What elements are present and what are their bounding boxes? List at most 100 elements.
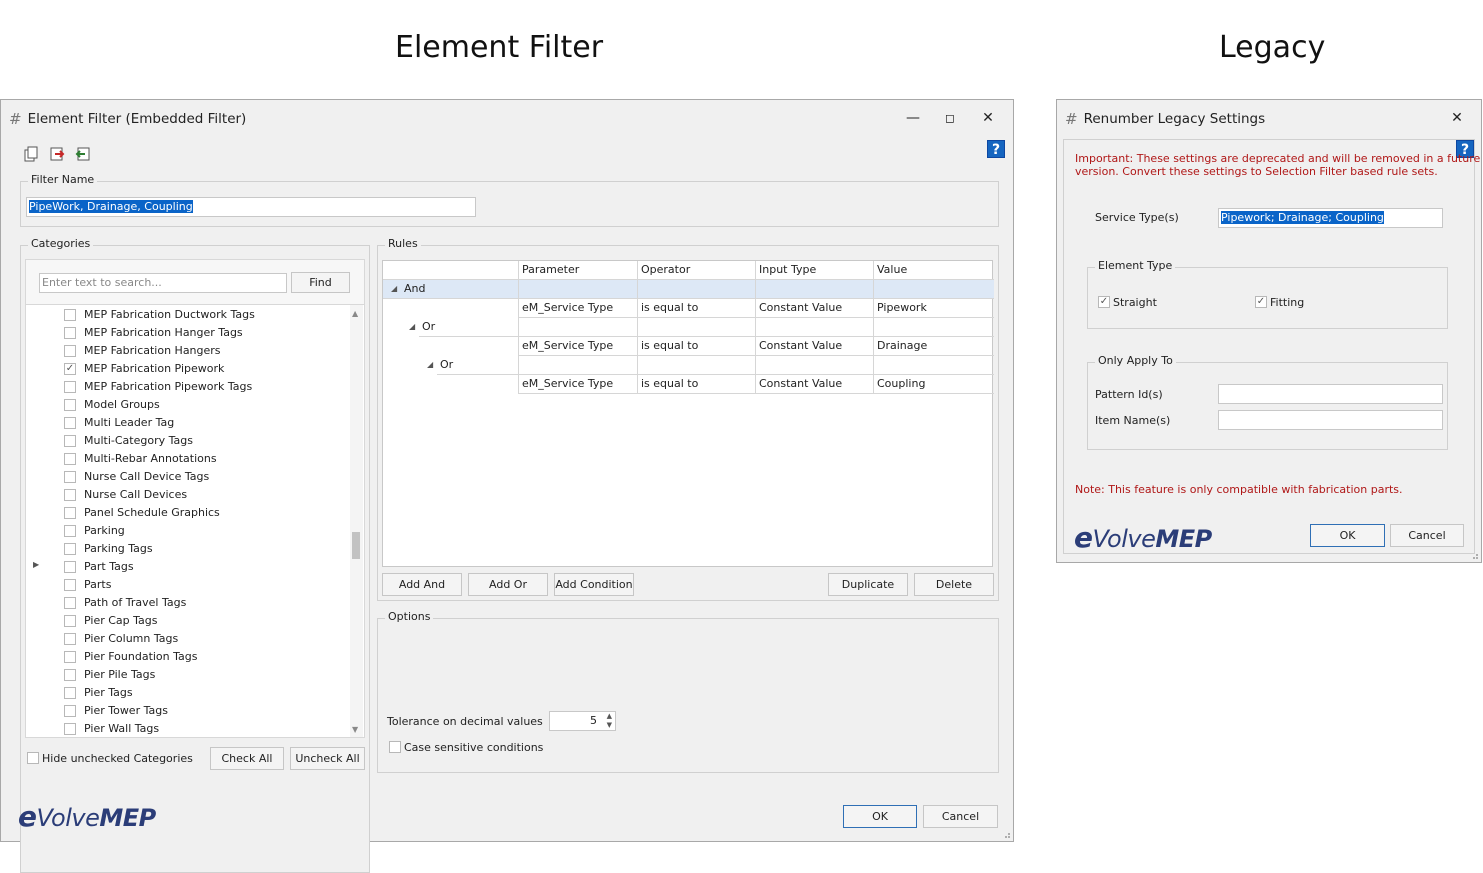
category-checkbox[interactable] [64, 525, 76, 537]
condition-operator[interactable]: is equal to [638, 337, 756, 356]
minimize-icon[interactable]: — [904, 109, 922, 127]
condition-parameter[interactable]: eM_Service Type [519, 337, 638, 356]
category-item-label[interactable]: Pier Tags [84, 686, 133, 699]
category-checkbox[interactable] [64, 507, 76, 519]
condition-operator[interactable]: is equal to [638, 375, 756, 394]
category-checkbox[interactable] [64, 453, 76, 465]
resize-grip-icon[interactable] [1469, 550, 1479, 560]
condition-operator[interactable]: is equal to [638, 299, 756, 318]
category-checkbox[interactable] [64, 327, 76, 339]
uncheck-all-button[interactable]: Uncheck All [290, 747, 365, 770]
spin-up-icon[interactable]: ▲ [607, 712, 612, 720]
category-item-label[interactable]: Multi-Category Tags [84, 434, 193, 447]
category-item-label[interactable]: Pier Foundation Tags [84, 650, 198, 663]
help-icon[interactable]: ? [987, 140, 1005, 158]
straight-checkbox[interactable]: ✓ [1098, 296, 1110, 308]
column-header-value[interactable]: Value [874, 261, 994, 280]
condition-input-type[interactable]: Constant Value [756, 375, 874, 394]
category-item-label[interactable]: Multi Leader Tag [84, 416, 174, 429]
filter-name-input[interactable]: PipeWork, Drainage, Coupling [26, 197, 476, 217]
category-item-label[interactable]: Pier Cap Tags [84, 614, 158, 627]
maximize-icon[interactable]: ◻ [941, 109, 959, 127]
hide-unchecked-checkbox[interactable] [27, 752, 39, 764]
category-checkbox[interactable] [64, 561, 76, 573]
export-icon[interactable] [49, 146, 65, 162]
category-checkbox[interactable] [64, 615, 76, 627]
condition-input-type[interactable]: Constant Value [756, 337, 874, 356]
category-item-label[interactable]: MEP Fabrication Pipework [84, 362, 224, 375]
scroll-down-icon[interactable]: ▼ [352, 725, 358, 734]
category-item-label[interactable]: Nurse Call Device Tags [84, 470, 209, 483]
add-and-button[interactable]: Add And [382, 573, 462, 596]
category-checkbox[interactable] [64, 399, 76, 411]
expand-or-icon[interactable]: ◢ [427, 360, 433, 369]
condition-value[interactable]: Pipework [874, 299, 994, 318]
category-checkbox[interactable] [64, 651, 76, 663]
categories-scrollbar[interactable]: ▲ ▼ [350, 305, 363, 737]
category-checkbox[interactable] [64, 633, 76, 645]
category-checkbox[interactable] [64, 723, 76, 735]
column-header-operator[interactable]: Operator [638, 261, 756, 280]
close-icon[interactable]: ✕ [979, 109, 997, 127]
category-checkbox[interactable] [64, 597, 76, 609]
pattern-ids-input[interactable] [1218, 384, 1443, 404]
category-item-label[interactable]: MEP Fabrication Hanger Tags [84, 326, 243, 339]
category-checkbox[interactable] [64, 309, 76, 321]
category-item-label[interactable]: Part Tags [84, 560, 134, 573]
category-checkbox[interactable] [64, 687, 76, 699]
item-names-input[interactable] [1218, 410, 1443, 430]
category-item-label[interactable]: MEP Fabrication Ductwork Tags [84, 308, 255, 321]
scroll-thumb[interactable] [352, 532, 360, 559]
add-or-button[interactable]: Add Or [468, 573, 548, 596]
import-icon[interactable] [75, 146, 91, 162]
category-checkbox[interactable] [64, 417, 76, 429]
category-checkbox[interactable] [64, 705, 76, 717]
column-header-input-type[interactable]: Input Type [756, 261, 874, 280]
condition-parameter[interactable]: eM_Service Type [519, 375, 638, 394]
condition-parameter[interactable]: eM_Service Type [519, 299, 638, 318]
find-button[interactable]: Find [291, 272, 350, 293]
category-checkbox[interactable] [64, 345, 76, 357]
expand-or-icon[interactable]: ◢ [409, 322, 415, 331]
category-item-label[interactable]: MEP Fabrication Pipework Tags [84, 380, 252, 393]
category-item-label[interactable]: Path of Travel Tags [84, 596, 186, 609]
expand-and-icon[interactable]: ◢ [391, 284, 397, 293]
ok-button[interactable]: OK [843, 805, 917, 828]
service-types-input[interactable]: Pipework; Drainage; Coupling [1218, 208, 1443, 228]
category-checkbox[interactable] [64, 435, 76, 447]
category-search-input[interactable]: Enter text to search... [39, 273, 287, 293]
category-checkbox[interactable] [64, 489, 76, 501]
case-sensitive-checkbox[interactable] [389, 741, 401, 753]
category-item-label[interactable]: Pier Pile Tags [84, 668, 155, 681]
category-checkbox[interactable] [64, 471, 76, 483]
scroll-up-icon[interactable]: ▲ [352, 309, 358, 318]
category-item-label[interactable]: Pier Tower Tags [84, 704, 168, 717]
condition-value[interactable]: Coupling [874, 375, 994, 394]
category-checkbox[interactable] [64, 669, 76, 681]
delete-button[interactable]: Delete [914, 573, 994, 596]
new-document-icon[interactable] [23, 146, 39, 162]
category-item-label[interactable]: Parts [84, 578, 111, 591]
fitting-checkbox[interactable]: ✓ [1255, 296, 1267, 308]
category-item-label[interactable]: Parking Tags [84, 542, 153, 555]
category-item-label[interactable]: Multi-Rebar Annotations [84, 452, 217, 465]
condition-input-type[interactable]: Constant Value [756, 299, 874, 318]
legacy-ok-button[interactable]: OK [1310, 524, 1385, 547]
condition-value[interactable]: Drainage [874, 337, 994, 356]
category-checkbox[interactable]: ✓ [64, 363, 76, 375]
check-all-button[interactable]: Check All [210, 747, 284, 770]
legacy-close-icon[interactable]: ✕ [1448, 109, 1466, 127]
tolerance-spinbox[interactable]: 5 ▲ ▼ [549, 711, 616, 731]
add-condition-button[interactable]: Add Condition [554, 573, 634, 596]
category-checkbox[interactable] [64, 543, 76, 555]
resize-grip-icon[interactable] [1001, 829, 1011, 839]
rule-group-or[interactable]: Or [437, 356, 519, 375]
rule-group-and[interactable]: And [401, 280, 519, 299]
category-checkbox[interactable] [64, 381, 76, 393]
category-item-label[interactable]: Panel Schedule Graphics [84, 506, 220, 519]
category-checkbox[interactable] [64, 579, 76, 591]
cancel-button[interactable]: Cancel [923, 805, 998, 828]
category-item-label[interactable]: MEP Fabrication Hangers [84, 344, 221, 357]
duplicate-button[interactable]: Duplicate [828, 573, 908, 596]
rule-group-or[interactable]: Or [419, 318, 519, 337]
